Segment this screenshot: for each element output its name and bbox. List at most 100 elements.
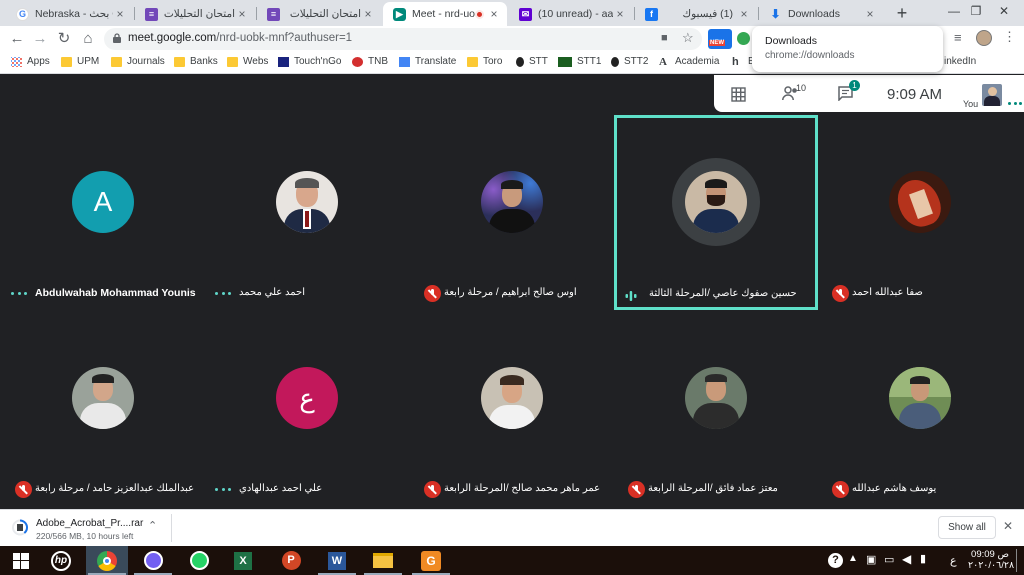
network-icon[interactable]: ▣ <box>866 553 876 566</box>
screen-icon[interactable]: ▭ <box>884 553 894 566</box>
bookmark-toro[interactable]: Toro <box>467 56 502 67</box>
recording-indicator-icon <box>475 9 484 19</box>
folder-icon <box>174 56 185 67</box>
tab-forms-exam-2[interactable]: ≡ امتحان التحليلات الد × <box>257 2 381 26</box>
home-button[interactable]: ⌂ <box>79 30 97 48</box>
close-tab-icon[interactable]: × <box>737 7 751 21</box>
tab-forms-exam-1[interactable]: ≡ امتحان التحليلات الد × <box>135 2 255 26</box>
forward-button[interactable]: → <box>31 30 49 48</box>
volume-icon[interactable]: ◀ <box>902 552 911 566</box>
system-clock[interactable]: 09:09 ص ٢٠٢٠/٠٦/٢٨ <box>968 549 1014 573</box>
self-view-thumbnail[interactable] <box>982 84 1002 106</box>
bookmark-upm[interactable]: UPM <box>61 56 99 67</box>
tab-google-meet[interactable]: ▶ Meet - nrd-uob × <box>383 2 507 26</box>
bookmark-journals[interactable]: Journals <box>111 56 165 67</box>
pdf-tool-icon[interactable]: G <box>410 546 452 575</box>
download-item[interactable]: Adobe_Acrobat_Pr....rar 220/566 MB, 10 h… <box>8 512 168 544</box>
chrome-menu-icon[interactable]: ⋮ <box>1003 29 1016 45</box>
powerpoint-icon[interactable]: P <box>270 546 312 575</box>
download-filename: Adobe_Acrobat_Pr....rar <box>36 518 144 529</box>
keyboard-language[interactable]: ع <box>950 554 957 567</box>
yahoo-mail-icon: ✉ <box>519 7 532 21</box>
participant-tile[interactable]: اوس صالح ابراهيم / مرحلة رابعة <box>410 115 614 310</box>
tab-nebraska-search[interactable]: G Nebraska - بحث Go × <box>6 2 133 26</box>
participant-tile[interactable]: عمر ماهر محمد صالح /المرحلة الرابعة <box>410 311 614 506</box>
participant-tile[interactable]: عبدالملك عبدالعزيز حامد / مرحلة رابعة <box>1 311 205 506</box>
bookmark-academia[interactable]: A Academia <box>659 56 719 67</box>
chat-button[interactable]: 1 <box>838 80 860 106</box>
tab-facebook[interactable]: f (1) فيسبوك × <box>635 2 757 26</box>
profile-avatar[interactable] <box>976 30 992 46</box>
avatar-letter: A <box>72 171 134 233</box>
show-hidden-icons-icon[interactable]: ▲ <box>848 553 858 564</box>
audio-level-dots <box>215 292 231 296</box>
close-tab-icon[interactable]: × <box>863 7 877 21</box>
bookmark-star-icon[interactable]: ☆ <box>682 30 694 46</box>
show-desktop-button[interactable] <box>1016 549 1017 572</box>
participant-tile[interactable]: يوسف هاشم عبدالله <box>818 311 1022 506</box>
close-tab-icon[interactable]: × <box>361 7 375 21</box>
bookmark-translate[interactable]: Translate <box>399 56 456 67</box>
close-shelf-icon[interactable]: ✕ <box>1003 519 1013 533</box>
help-icon[interactable]: ? <box>828 553 843 568</box>
tab-yahoo-mail[interactable]: ✉ (10 unread) - aama × <box>509 2 633 26</box>
bookmark-tnb[interactable]: TNB <box>352 56 388 67</box>
battery-icon[interactable]: ▮ <box>920 552 926 565</box>
participant-name: عبدالملك عبدالعزيز حامد / مرحلة رابعة <box>35 483 195 494</box>
minimize-window-button[interactable]: — <box>944 4 964 18</box>
new-extension-icon[interactable]: NEW <box>708 29 732 49</box>
close-tab-icon[interactable]: × <box>113 7 127 21</box>
close-window-button[interactable]: ✕ <box>994 4 1014 18</box>
audio-level-dots <box>215 488 231 492</box>
new-tab-button[interactable]: + <box>892 3 912 23</box>
bookmark-stt[interactable]: STT <box>516 56 548 67</box>
bookmark-stt2[interactable]: STT2 <box>611 56 648 67</box>
participant-name: معتز عماد فائق /المرحلة الرابعة <box>648 483 778 494</box>
google-icon: G <box>16 7 29 21</box>
bookmark-stt1[interactable]: STT1 <box>558 56 601 67</box>
participant-tile[interactable]: ع علي احمد عبدالهادي <box>205 311 409 506</box>
participant-tile[interactable]: صفا عبدالله احمد <box>818 115 1022 310</box>
show-all-button[interactable]: Show all <box>938 516 996 539</box>
grid-layout-icon[interactable] <box>731 87 746 102</box>
participant-tile[interactable]: معتز عماد فائق /المرحلة الرابعة <box>614 311 818 506</box>
people-button[interactable]: 10 <box>782 83 806 106</box>
excel-icon[interactable]: X <box>222 546 264 575</box>
avatar-letter: ع <box>276 367 338 429</box>
participant-tile[interactable]: A Abdulwahab Mohammad Younis <box>1 115 205 310</box>
hp-icon[interactable]: hp <box>40 546 82 575</box>
file-explorer-icon[interactable] <box>362 546 404 575</box>
bookmark-apps[interactable]: Apps <box>11 56 50 67</box>
participant-tile-active-speaker[interactable]: حسين صفوك عاصي /المرحلة الثالثة <box>614 115 818 310</box>
chevron-up-icon[interactable]: ⌃ <box>148 519 157 532</box>
avatar-photo <box>481 367 543 429</box>
lock-icon <box>113 33 121 43</box>
tab-downloads[interactable]: ⬇ Downloads × <box>759 2 883 26</box>
bookmark-linkedin[interactable]: inkedIn <box>944 56 976 67</box>
meeting-clock: 9:09 AM <box>887 86 943 103</box>
people-count: 10 <box>796 83 807 93</box>
word-icon[interactable]: W <box>316 546 358 575</box>
reload-button[interactable]: ↻ <box>55 30 73 48</box>
whatsapp-icon[interactable] <box>178 546 220 575</box>
reading-list-icon[interactable]: ≡ <box>954 30 962 45</box>
bookmark-banks[interactable]: Banks <box>174 56 218 67</box>
muted-mic-icon <box>424 481 441 498</box>
downloads-popup[interactable]: Downloads chrome://downloads <box>752 26 943 72</box>
viber-icon[interactable] <box>132 546 174 575</box>
windows-start-icon[interactable] <box>0 546 42 575</box>
chrome-icon[interactable] <box>86 546 128 575</box>
bookmark-touchngo[interactable]: Touch'nGo <box>278 56 342 67</box>
extension-icon[interactable] <box>737 32 750 45</box>
close-tab-icon[interactable]: × <box>613 7 627 21</box>
address-bar[interactable]: meet.google.com/nrd-uobk-mnf?authuser=1 … <box>104 28 702 50</box>
camera-in-use-icon[interactable]: ■ <box>661 32 668 44</box>
bookmark-webs[interactable]: Webs <box>227 56 268 67</box>
participant-tile[interactable]: احمد علي محمد <box>205 115 409 310</box>
restore-window-button[interactable]: ❐ <box>966 4 986 18</box>
close-tab-icon[interactable]: × <box>235 7 249 21</box>
close-tab-icon[interactable]: × <box>487 7 501 21</box>
back-button[interactable]: ← <box>8 30 26 48</box>
chat-badge: 1 <box>849 80 860 91</box>
muted-mic-icon <box>832 481 849 498</box>
